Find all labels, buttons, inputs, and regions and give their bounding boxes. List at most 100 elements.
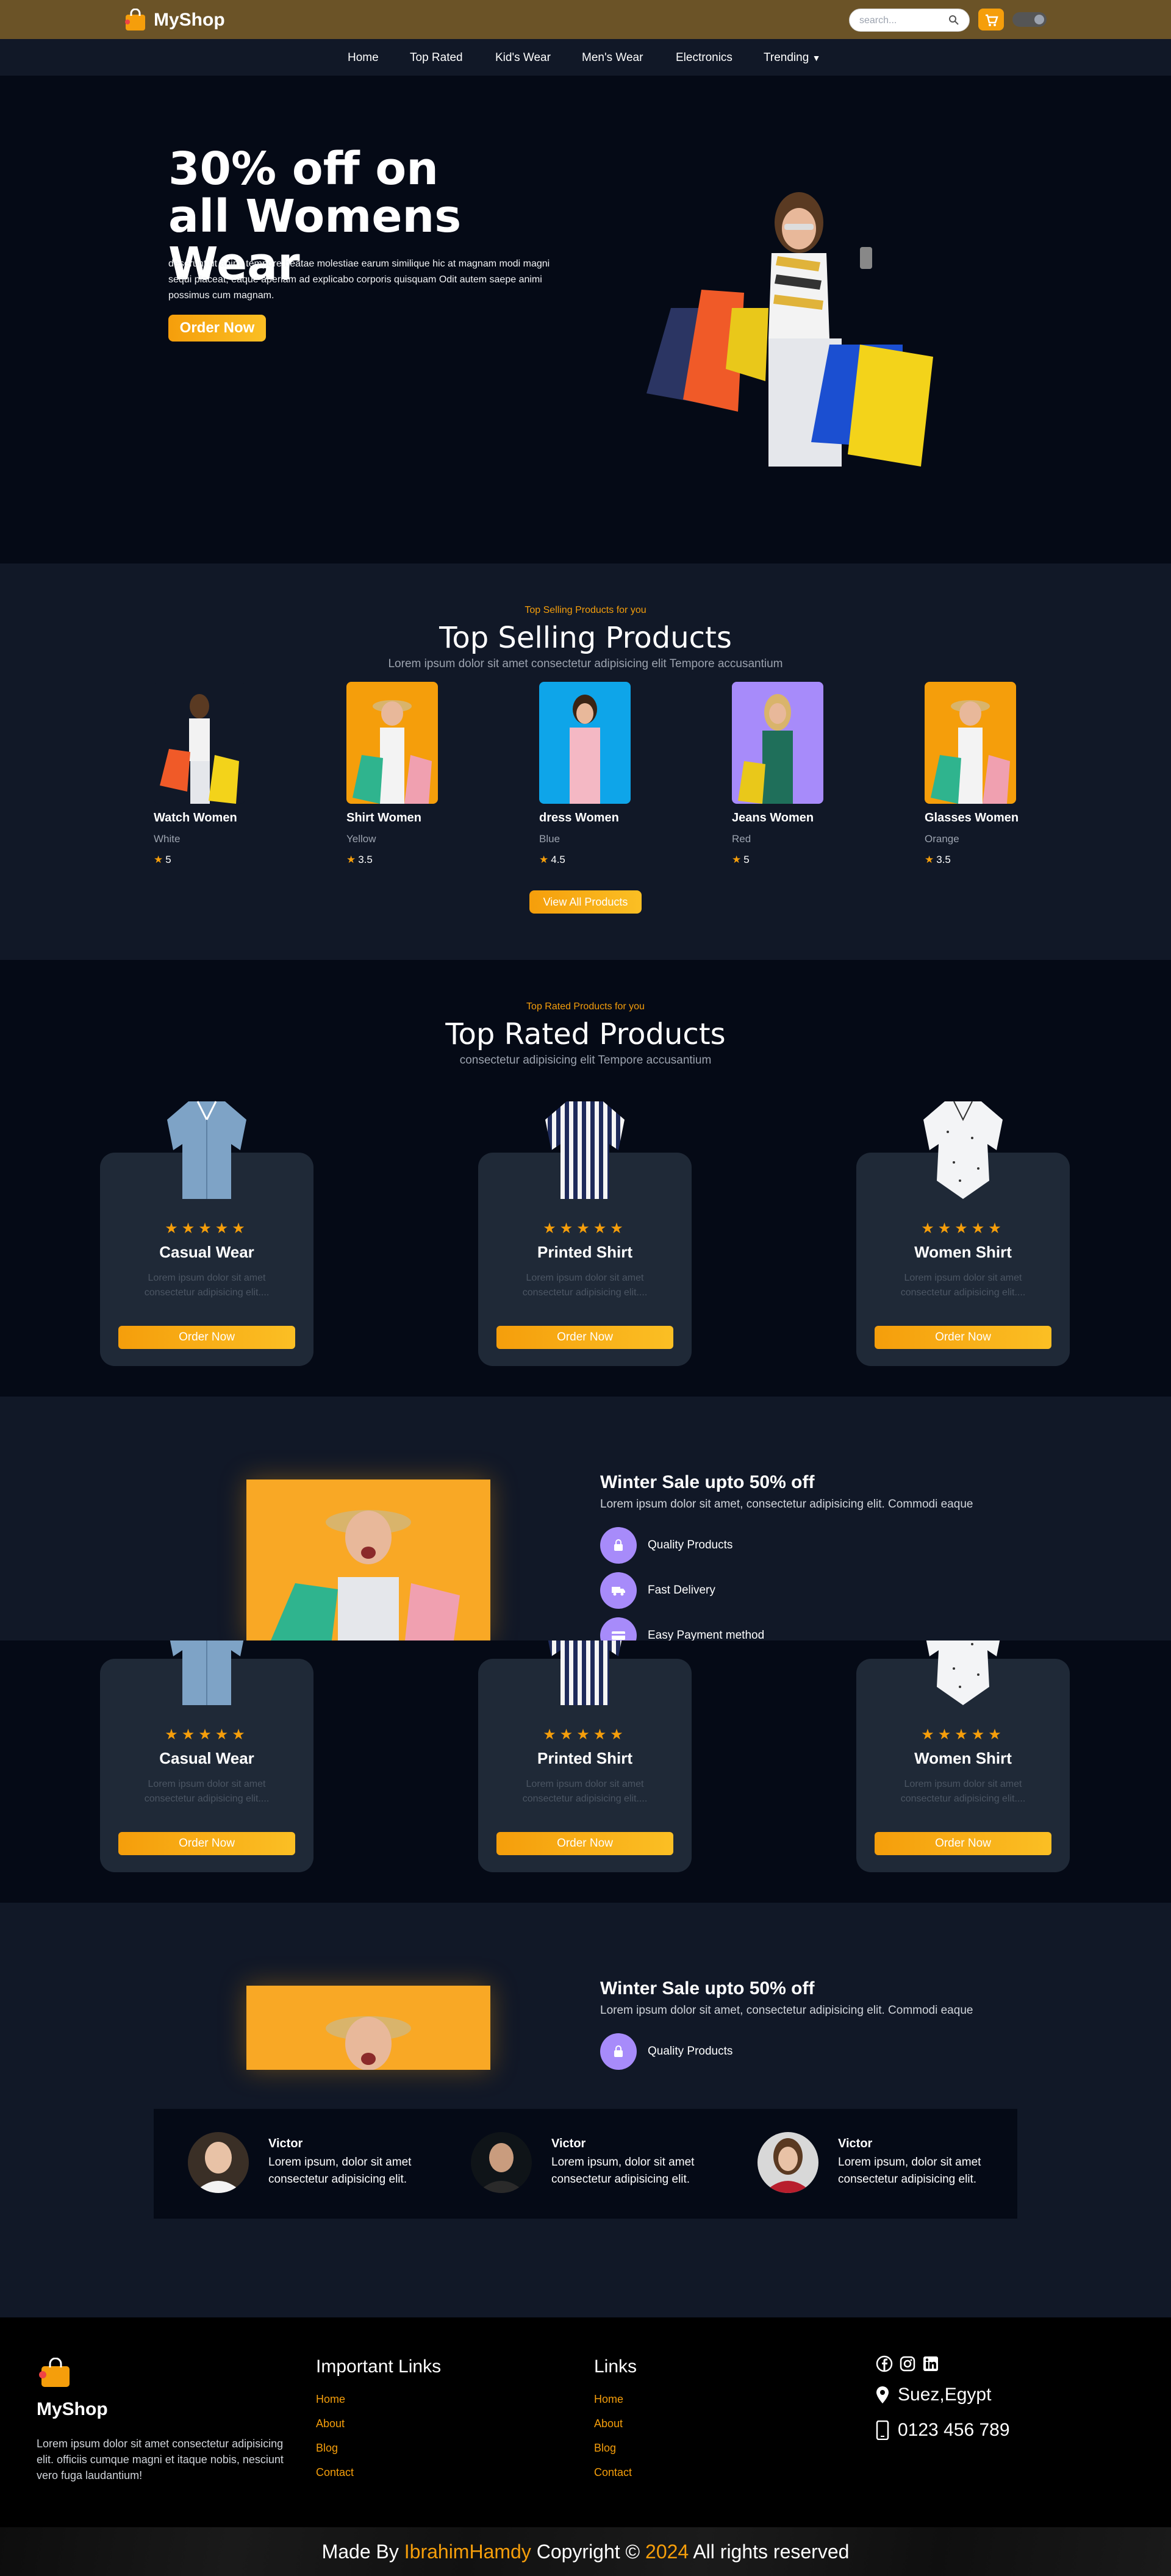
product-rating-value: 3.5 (358, 854, 373, 865)
footer-link-contact[interactable]: Contact (316, 2466, 354, 2479)
copyright-middle: Copyright © (536, 2541, 640, 2563)
main-nav: Home Top Rated Kid's Wear Men's Wear Ele… (0, 39, 1171, 76)
view-all-products-button[interactable]: View All Products (529, 890, 642, 914)
search-box[interactable]: search... (849, 9, 970, 32)
linkedin-icon[interactable] (922, 2355, 939, 2372)
feature-label: Fast Delivery (648, 1584, 715, 1597)
nav-trending[interactable]: Trending ▼ (764, 51, 820, 65)
truck-icon (600, 1572, 637, 1609)
product-rating-value: 5 (743, 854, 750, 865)
hero-order-button[interactable]: Order Now (168, 315, 266, 342)
hero-woman-shopping-image (646, 192, 933, 467)
copyright-text: Made By IbrahimHamdy Copyright © 2024 Al… (0, 2541, 1171, 2563)
top-rated-description: consectetur adipisicing elit Tempore acc… (459, 1054, 712, 1067)
top-rated-subtitle: Top Rated Products for you (526, 1001, 645, 1012)
testimonial-name: Victor (838, 2137, 873, 2150)
testimonial-card: Victor Lorem ipsum, dolor sit amet conse… (471, 2132, 727, 2199)
product-name: Jeans Women (732, 811, 814, 825)
rated-card[interactable]: ★★★★★ Casual Wear Lorem ipsum dolor sit … (100, 1101, 313, 1366)
testimonial-text: Lorem ipsum, dolor sit amet consectetur … (551, 2156, 695, 2186)
rated-card[interactable]: ★★★★★ Women Shirt Lorem ipsum dolor sit … (856, 1640, 1070, 1872)
order-now-button[interactable]: Order Now (875, 1832, 1051, 1855)
product-name: Watch Women (154, 811, 237, 825)
order-now-button[interactable]: Order Now (496, 1832, 673, 1855)
casual-shirt-image (167, 1101, 246, 1199)
product-card[interactable]: Watch Women White ★ 5 (154, 682, 276, 865)
brand-logo[interactable]: MyShop (123, 9, 225, 32)
shopping-bag-icon (125, 9, 145, 30)
facebook-icon[interactable] (876, 2355, 893, 2372)
rated-card-description: Lorem ipsum dolor sit amet consectetur a… (900, 1273, 1026, 1298)
star-icon: ★ (346, 854, 356, 865)
product-card[interactable]: Shirt Women Yellow ★ 3.5 (346, 682, 468, 865)
footer-link-home[interactable]: Home (316, 2393, 345, 2406)
copyright-year: 2024 (645, 2541, 689, 2563)
order-now-button[interactable]: Order Now (118, 1326, 295, 1349)
feature-delivery: Fast Delivery (600, 1572, 715, 1609)
dark-mode-toggle[interactable] (1012, 12, 1047, 27)
feature-label: Easy Payment method (648, 1629, 765, 1640)
cart-button[interactable] (978, 9, 1004, 30)
rated-card[interactable]: ★★★★★ Casual Wear Lorem ipsum dolor sit … (100, 1640, 313, 1872)
testimonial-name: Victor (551, 2137, 586, 2150)
brand-name: MyShop (154, 10, 225, 30)
product-card[interactable]: Glasses Women Orange ★ 3.5 (925, 682, 1047, 865)
casual-shirt-image (170, 1640, 244, 1705)
product-image (154, 682, 245, 804)
rating-stars: ★★★★★ (921, 1726, 1005, 1743)
winter-sale-description: Lorem ipsum dolor sit amet, consectetur … (600, 2004, 973, 2017)
rated-card[interactable]: ★★★★★ Printed Shirt Lorem ipsum dolor si… (478, 1640, 692, 1872)
top-bar: MyShop search... (0, 0, 1171, 39)
product-image (925, 682, 1016, 804)
feature-payment-clip: Easy Payment method (600, 1617, 966, 1640)
product-rating: ★ 3.5 (925, 854, 951, 866)
order-now-button[interactable]: Order Now (875, 1326, 1051, 1349)
product-card[interactable]: dress Women Blue ★ 4.5 (539, 682, 661, 865)
footer-link-blog[interactable]: Blog (316, 2442, 338, 2455)
hero-description: deserunt ut animi tempore beatae molesti… (168, 259, 550, 301)
nav-electronics[interactable]: Electronics (676, 51, 732, 65)
mobile-phone-icon (876, 2420, 889, 2440)
women-shirt-image (923, 1101, 1003, 1199)
nav-top-rated[interactable]: Top Rated (410, 51, 463, 65)
footer-link-about[interactable]: About (316, 2417, 345, 2430)
feature-label: Quality Products (648, 1539, 733, 1551)
rated-card-title: Casual Wear (159, 1243, 254, 1261)
nav-kids-wear[interactable]: Kid's Wear (495, 51, 551, 65)
product-name: Glasses Women (925, 811, 1019, 825)
women-shirt-image (926, 1640, 1000, 1705)
product-image (732, 682, 823, 804)
footer-link-blog[interactable]: Blog (594, 2442, 616, 2455)
rating-stars: ★★★★★ (543, 1726, 627, 1743)
product-card[interactable]: Jeans Women Red ★ 5 (732, 682, 854, 865)
testimonial-text: Lorem ipsum, dolor sit amet consectetur … (838, 2156, 981, 2186)
rated-card[interactable]: ★★★★★ Printed Shirt Lorem ipsum dolor si… (478, 1101, 692, 1366)
instagram-icon[interactable] (899, 2355, 916, 2372)
nav-home[interactable]: Home (348, 51, 379, 65)
winter-sale-title: Winter Sale upto 50% off (600, 1978, 815, 1998)
order-now-button[interactable]: Order Now (496, 1326, 673, 1349)
rating-stars: ★★★★★ (165, 1220, 249, 1237)
star-icon: ★ (732, 854, 742, 865)
footer-link-contact[interactable]: Contact (594, 2466, 632, 2479)
star-icon: ★ (539, 854, 549, 865)
testimonial-name: Victor (268, 2137, 303, 2150)
product-color: Red (732, 833, 751, 845)
cart-icon (986, 14, 998, 26)
product-rating-value: 4.5 (551, 854, 565, 865)
search-icon[interactable] (948, 15, 959, 26)
rated-card-description: Lorem ipsum dolor sit amet consectetur a… (144, 1273, 270, 1298)
shield-icon (600, 1527, 637, 1564)
winter-sale-image (246, 1986, 490, 2070)
footer-link-about[interactable]: About (594, 2417, 623, 2430)
order-now-button[interactable]: Order Now (118, 1832, 295, 1855)
footer-link-home[interactable]: Home (594, 2393, 623, 2406)
rating-stars: ★★★★★ (543, 1220, 627, 1237)
search-input[interactable]: search... (859, 15, 897, 26)
footer-phone: 0123 456 789 (876, 2420, 1010, 2441)
important-links-heading: Important Links (316, 2356, 442, 2377)
nav-mens-wear[interactable]: Men's Wear (582, 51, 643, 65)
rated-card-title: Printed Shirt (537, 1243, 632, 1261)
rated-card[interactable]: ★★★★★ Women Shirt Lorem ipsum dolor sit … (856, 1101, 1070, 1366)
author-link[interactable]: IbrahimHamdy (404, 2541, 531, 2563)
